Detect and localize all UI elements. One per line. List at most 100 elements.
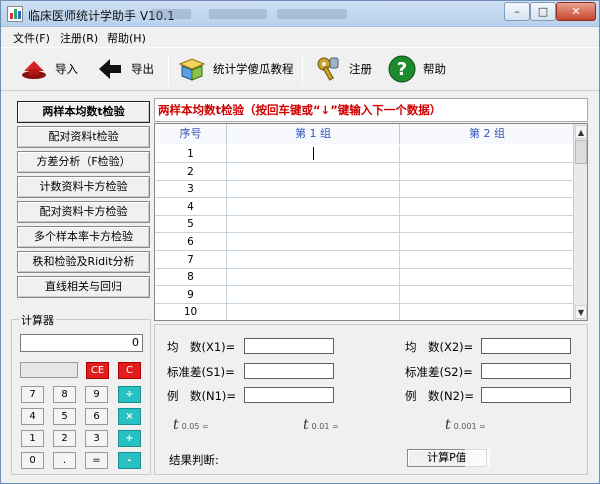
table-row: 9 — [155, 285, 575, 304]
blurred-region — [277, 9, 347, 19]
calc-key-6[interactable]: 6 — [85, 408, 108, 425]
nav-rank-sum-ridit[interactable]: 秩和检验及Ridit分析 — [17, 251, 150, 273]
menu-file[interactable]: 文件(F) — [13, 30, 50, 46]
scroll-up-arrow-icon[interactable]: ▲ — [575, 125, 587, 139]
nav-two-sample-t-test[interactable]: 两样本均数t检验 — [17, 101, 150, 123]
register-button[interactable]: 注册 — [313, 53, 372, 85]
result-panel: 均 数(X1)= 均 数(X2)= 标准差(S1)= 标准差(S2)= 例 数(… — [154, 324, 588, 475]
n1-label: 例 数(N1)= — [167, 389, 237, 403]
row-index: 10 — [155, 303, 227, 320]
group1-cell[interactable] — [227, 215, 400, 234]
sd1-field[interactable] — [244, 363, 334, 379]
n2-field[interactable] — [481, 387, 571, 403]
group1-cell[interactable] — [227, 250, 400, 269]
group1-cell[interactable] — [227, 197, 400, 216]
mean2-field[interactable] — [481, 338, 571, 354]
calc-key-multiply[interactable]: × — [118, 408, 141, 425]
calc-key-7[interactable]: 7 — [21, 386, 44, 403]
row-index: 9 — [155, 285, 227, 304]
calc-key-0[interactable]: 0 — [21, 452, 44, 469]
group2-cell[interactable] — [400, 233, 575, 251]
n2-label: 例 数(N2)= — [405, 389, 475, 403]
nav-paired-chi-square[interactable]: 配对资料卡方检验 — [17, 201, 150, 223]
export-arrow-icon — [95, 54, 125, 84]
register-label: 注册 — [349, 62, 372, 76]
tutorial-button[interactable]: 统计学傻瓜教程 — [177, 53, 294, 85]
group2-cell[interactable] — [400, 145, 575, 163]
t-critical-0001: t 0.001 = — [445, 417, 486, 433]
menu-bar: 文件(F) 注册(R) 帮助(H) — [1, 27, 599, 47]
group1-cell[interactable] — [227, 285, 400, 304]
calc-key-5[interactable]: 5 — [53, 408, 76, 425]
calculator-memory — [20, 362, 78, 378]
import-button[interactable]: 导入 — [19, 53, 78, 85]
table-row: 2 — [155, 162, 575, 181]
blurred-region — [465, 449, 490, 467]
group2-cell[interactable] — [400, 303, 575, 320]
nav-paired-t-test[interactable]: 配对资料t检验 — [17, 126, 150, 148]
nav-chi-square[interactable]: 计数资料卡方检验 — [17, 176, 150, 198]
group1-cell[interactable] — [227, 180, 400, 199]
calc-key-2[interactable]: 2 — [53, 430, 76, 447]
maximize-button[interactable]: □ — [530, 2, 556, 21]
group2-cell[interactable] — [400, 286, 575, 304]
calc-key-ce[interactable]: CE — [86, 362, 109, 379]
n1-field[interactable] — [244, 387, 334, 403]
group2-cell[interactable] — [400, 251, 575, 269]
calc-key-minus[interactable]: - — [118, 452, 141, 469]
group2-cell[interactable] — [400, 215, 575, 233]
close-button[interactable]: ✕ — [556, 2, 596, 21]
mean1-field[interactable] — [244, 338, 334, 354]
export-button[interactable]: 导出 — [95, 53, 154, 85]
table-row: 1 — [155, 145, 575, 163]
scroll-down-arrow-icon[interactable]: ▼ — [575, 305, 587, 319]
group2-cell[interactable] — [400, 198, 575, 216]
t-critical-001: t 0.01 = — [303, 417, 339, 433]
blurred-region — [151, 9, 191, 19]
group1-cell[interactable] — [227, 303, 400, 320]
vertical-scrollbar[interactable]: ▲ ▼ — [573, 124, 587, 320]
nav-anova[interactable]: 方差分析（F检验） — [17, 151, 150, 173]
calc-key-3[interactable]: 3 — [85, 430, 108, 447]
calc-key-8[interactable]: 8 — [53, 386, 76, 403]
calc-key-plus[interactable]: + — [118, 430, 141, 447]
nav-correlation-regression[interactable]: 直线相关与回归 — [17, 276, 150, 298]
toolbar-separator — [168, 54, 169, 86]
calc-key-4[interactable]: 4 — [21, 408, 44, 425]
group1-cell[interactable] — [227, 233, 400, 251]
blurred-region — [209, 9, 267, 19]
menu-help[interactable]: 帮助(H) — [107, 30, 146, 46]
import-icon — [19, 54, 49, 84]
app-chart-icon — [7, 6, 23, 22]
calc-key-divide[interactable]: ÷ — [118, 386, 141, 403]
group1-cell[interactable] — [227, 268, 400, 287]
group1-cell[interactable] — [227, 162, 400, 181]
t-critical-005: t 0.05 = — [173, 417, 209, 433]
sd1-label: 标准差(S1)= — [167, 365, 235, 379]
menu-register[interactable]: 注册(R) — [60, 30, 98, 46]
mean2-label: 均 数(X2)= — [405, 340, 474, 354]
calc-key-dot[interactable]: . — [53, 452, 76, 469]
toolbar: 导入 导出 统计学傻瓜教程 注册 ? 帮助 — [1, 47, 599, 91]
minimize-button[interactable]: – — [504, 2, 530, 21]
group2-cell[interactable] — [400, 163, 575, 181]
group1-cell[interactable] — [227, 145, 400, 163]
row-index: 1 — [155, 145, 227, 163]
scroll-thumb[interactable] — [575, 140, 587, 164]
sd2-label: 标准差(S2)= — [405, 365, 473, 379]
sd2-field[interactable] — [481, 363, 571, 379]
table-row: 7 — [155, 250, 575, 269]
data-grid[interactable]: 序号 第 1 组 第 2 组 1 2 3 4 5 6 7 8 9 10 ▲ ▼ — [154, 123, 588, 321]
calculator-display: 0 — [20, 334, 143, 352]
row-index: 7 — [155, 250, 227, 269]
help-question-icon: ? — [387, 54, 417, 84]
nav-multi-rate-chi-square[interactable]: 多个样本率卡方检验 — [17, 226, 150, 248]
group2-cell[interactable] — [400, 180, 575, 198]
calc-key-9[interactable]: 9 — [85, 386, 108, 403]
calc-key-1[interactable]: 1 — [21, 430, 44, 447]
group2-cell[interactable] — [400, 268, 575, 286]
help-button[interactable]: ? 帮助 — [387, 53, 446, 85]
instruction-banner: 两样本均数t检验（按回车键或“↓”键输入下一个数据） — [154, 98, 588, 122]
calc-key-c[interactable]: C — [118, 362, 141, 379]
calc-key-equals[interactable]: = — [85, 452, 108, 469]
